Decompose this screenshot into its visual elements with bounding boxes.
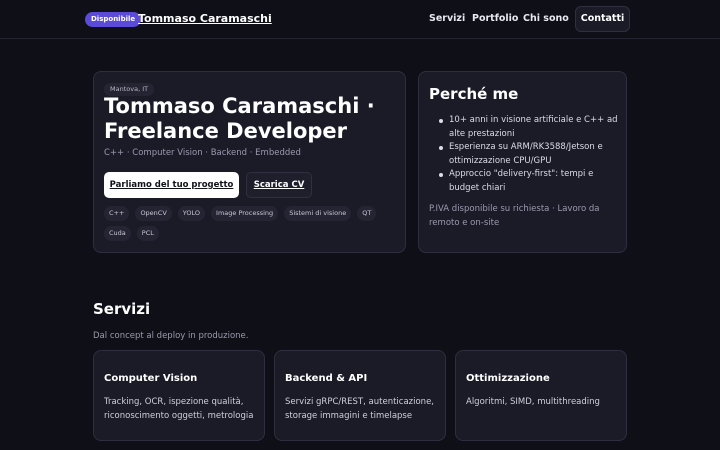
top-navbar: Disponibile Tommaso Caramaschi Servizi P… [0, 0, 720, 39]
skill-tag: PCL [136, 226, 159, 241]
skill-tag: Sistemi di visione [284, 206, 352, 221]
contact-project-button[interactable]: Parliamo del tuo progetto [104, 172, 239, 198]
why-me-list: 10+ anni in visione artificiale e C++ ad… [438, 114, 620, 195]
nav-link-chi-sono[interactable]: Chi sono [523, 13, 569, 25]
nav-link-portfolio[interactable]: Portfolio [472, 13, 518, 25]
skill-tag: OpenCV [135, 206, 172, 221]
nav-link-servizi[interactable]: Servizi [429, 13, 465, 25]
hero-subtitle: C++ · Computer Vision · Backend · Embedd… [104, 148, 301, 158]
hero-title: Tommaso Caramaschi · Freelance Developer [104, 94, 375, 143]
list-item: 10+ anni in visione artificiale e C++ ad… [438, 114, 620, 141]
service-description: Servizi gRPC/REST, autenticazione, stora… [285, 397, 434, 421]
service-title: Ottimizzazione [466, 373, 550, 384]
service-card-ottimizzazione: Ottimizzazione Algoritmi, SIMD, multithr… [455, 350, 627, 441]
services-subtitle: Dal concept al deploy in produzione. [93, 331, 249, 341]
service-card-computer-vision: Computer Vision Tracking, OCR, ispezione… [93, 350, 265, 441]
list-item: Approccio "delivery-first": tempi e budg… [438, 168, 620, 195]
service-title: Backend & API [285, 373, 368, 384]
skill-tag: YOLO [177, 206, 206, 221]
download-cv-button[interactable]: Scarica CV [246, 172, 312, 198]
skill-tag: QT [357, 206, 377, 221]
service-title: Computer Vision [104, 373, 198, 384]
hero-card: Mantova, IT Tommaso Caramaschi · Freelan… [93, 71, 406, 253]
service-description: Tracking, OCR, ispezione qualità, ricono… [104, 397, 254, 421]
brand-link[interactable]: Tommaso Caramaschi [138, 11, 272, 27]
service-card-backend-api: Backend & API Servizi gRPC/REST, autenti… [274, 350, 446, 441]
why-me-card: Perché me 10+ anni in visione artificial… [418, 71, 627, 253]
service-description: Algoritmi, SIMD, multithreading [466, 397, 600, 407]
skill-tag: C++ [104, 206, 130, 221]
list-item: Esperienza su ARM/RK3588/Jetson e ottimi… [438, 141, 620, 168]
why-me-title: Perché me [429, 85, 519, 103]
services-title: Servizi [93, 300, 151, 318]
skill-tag: Image Processing [211, 206, 279, 221]
skill-tag: Cuda [104, 226, 131, 241]
contact-button[interactable]: Contatti [575, 6, 630, 32]
availability-badge: Disponibile [85, 12, 142, 27]
skill-tags: C++ OpenCV YOLO Image Processing Sistemi… [104, 206, 399, 241]
vat-note: P.IVA disponibile su richiesta · Lavoro … [429, 204, 600, 228]
